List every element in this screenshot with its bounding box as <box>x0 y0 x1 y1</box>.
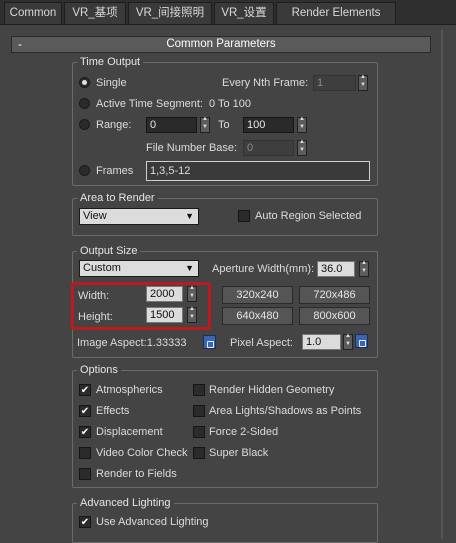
tab-vr-settings[interactable]: VR_设置 <box>214 2 274 24</box>
area-to-render-dropdown[interactable]: View ▼ <box>79 208 199 225</box>
video-color-check-label: Video Color Check <box>96 447 188 459</box>
effects-checkbox[interactable]: ✔ <box>79 405 91 417</box>
output-size-label: Output Size <box>77 245 141 257</box>
range-radio[interactable] <box>79 119 90 130</box>
render-hidden-geometry-checkbox[interactable] <box>193 384 205 396</box>
frames-label: Frames <box>96 165 134 177</box>
tab-bar: Common VR_基项 VR_间接照明 VR_设置 Render Elemen… <box>0 0 456 25</box>
highlight-annotation <box>71 282 211 330</box>
atmospherics-label: Atmospherics <box>96 384 163 396</box>
area-to-render-label: Area to Render <box>77 192 158 204</box>
single-radio[interactable] <box>79 77 90 88</box>
lock-icon[interactable] <box>203 335 216 349</box>
tab-common[interactable]: Common <box>4 2 62 24</box>
file-number-base-field[interactable]: 0 <box>243 140 294 156</box>
render-to-fields-checkbox[interactable] <box>79 468 91 480</box>
super-black-checkbox[interactable] <box>193 447 205 459</box>
area-lights-shadows-checkbox[interactable] <box>193 405 205 417</box>
tab-render-elements[interactable]: Render Elements <box>276 2 396 24</box>
range-label: Range: <box>96 119 132 131</box>
rollout-title: Common Parameters <box>166 38 276 50</box>
tab-vr-base[interactable]: VR_基项 <box>64 2 126 24</box>
range-to-label: To <box>218 119 230 131</box>
active-time-segment-range: 0 To 100 <box>209 98 252 110</box>
frames-radio[interactable] <box>79 165 90 176</box>
force-2-sided-checkbox[interactable] <box>193 426 205 438</box>
force-2-sided-label: Force 2-Sided <box>209 426 279 438</box>
render-hidden-geometry-label: Render Hidden Geometry <box>209 384 335 396</box>
displacement-label: Displacement <box>96 426 163 438</box>
chevron-down-icon: ▼ <box>185 263 194 273</box>
range-to-field[interactable]: 100 <box>243 117 294 133</box>
file-number-base-spinner[interactable] <box>297 139 307 156</box>
use-advanced-lighting-label: Use Advanced Lighting <box>96 516 209 528</box>
time-output-label: Time Output <box>77 56 144 68</box>
auto-region-checkbox[interactable] <box>238 210 250 222</box>
every-nth-frame-label: Every Nth Frame: <box>222 77 309 89</box>
preset-720x486-button[interactable]: 720x486 <box>299 286 370 304</box>
range-to-spinner[interactable] <box>297 116 307 133</box>
range-from-field[interactable]: 0 <box>146 117 197 133</box>
single-label: Single <box>96 77 127 89</box>
pixel-aspect-spinner[interactable] <box>343 333 353 350</box>
pixel-aspect-field[interactable]: 1.0 <box>302 334 341 350</box>
atmospherics-checkbox[interactable]: ✔ <box>79 384 91 396</box>
range-from-spinner[interactable] <box>200 116 210 133</box>
displacement-checkbox[interactable]: ✔ <box>79 426 91 438</box>
output-size-preset-dropdown[interactable]: Custom ▼ <box>79 260 199 277</box>
frames-field[interactable]: 1,3,5-12 <box>146 161 370 181</box>
every-nth-frame-field[interactable]: 1 <box>313 75 356 91</box>
render-to-fields-label: Render to Fields <box>96 468 177 480</box>
aperture-width-field[interactable]: 36.0 <box>317 261 355 277</box>
aperture-width-spinner[interactable] <box>359 260 369 277</box>
every-nth-frame-spinner[interactable] <box>358 74 368 91</box>
preset-320x240-button[interactable]: 320x240 <box>222 286 293 304</box>
output-size-preset-value: Custom <box>83 262 121 274</box>
pixel-aspect-label: Pixel Aspect: <box>230 337 293 349</box>
tab-vr-indirect-illumination[interactable]: VR_间接照明 <box>128 2 212 24</box>
advanced-lighting-label: Advanced Lighting <box>77 497 174 509</box>
effects-label: Effects <box>96 405 130 417</box>
area-to-render-value: View <box>83 210 107 222</box>
common-parameters-rollout[interactable]: - Common Parameters <box>11 36 431 53</box>
video-color-check-checkbox[interactable] <box>79 447 91 459</box>
chevron-down-icon: ▼ <box>185 211 194 221</box>
options-label: Options <box>77 364 121 376</box>
image-aspect-label: Image Aspect:1.33333 <box>77 337 187 349</box>
active-time-segment-radio[interactable] <box>79 98 90 109</box>
preset-640x480-button[interactable]: 640x480 <box>222 307 293 325</box>
use-advanced-lighting-checkbox[interactable]: ✔ <box>79 516 91 528</box>
super-black-label: Super Black <box>209 447 269 459</box>
auto-region-label: Auto Region Selected <box>255 210 362 222</box>
scrollbar-track[interactable] <box>441 30 443 539</box>
aperture-width-label: Aperture Width(mm): <box>212 263 315 275</box>
preset-800x600-button[interactable]: 800x600 <box>299 307 370 325</box>
lock-icon[interactable] <box>355 334 368 348</box>
area-lights-shadows-label: Area Lights/Shadows as Points <box>209 405 362 417</box>
active-time-segment-label: Active Time Segment: <box>96 98 203 110</box>
file-number-base-label: File Number Base: <box>146 142 238 154</box>
